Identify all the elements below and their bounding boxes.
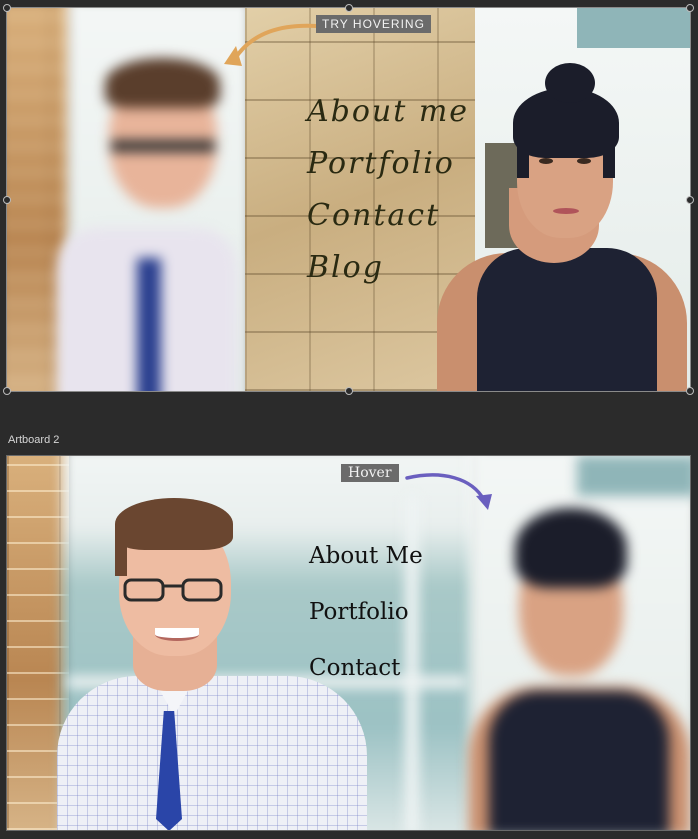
artboard-2[interactable]: Hover About Me Portfolio Contact [6,455,691,831]
resize-handle-mr[interactable] [686,196,694,204]
woman-blurred [469,496,690,830]
hint-arrow-2 [405,473,492,510]
artboard-2-title[interactable]: Artboard 2 [8,434,59,446]
resize-handle-br[interactable] [686,387,694,395]
nav-item-contact[interactable]: Contact [307,190,469,242]
hint-label-hover: Hover [341,464,399,482]
resize-handle-bm[interactable] [345,387,353,395]
hint-arrow-1 [224,23,319,66]
nav-item-portfolio[interactable]: Portfolio [309,594,423,650]
nav-item-portfolio[interactable]: Portfolio [307,138,469,190]
nav-item-about[interactable]: About me [307,86,469,138]
artboard-1[interactable]: TRY HOVERING About me Portfolio Contact … [6,7,691,392]
hint-label-try-hovering: TRY HOVERING [316,15,431,33]
resize-handle-tl[interactable] [3,4,11,12]
nav-menu-1: About me Portfolio Contact Blog [307,86,469,294]
nav-item-blog[interactable]: Blog [307,242,469,294]
resize-handle-tr[interactable] [686,4,694,12]
nav-menu-2: About Me Portfolio Contact [309,538,423,706]
window-right-2 [577,456,690,496]
man-blurred [47,48,247,391]
nav-item-contact[interactable]: Contact [309,650,423,706]
resize-handle-ml[interactable] [3,196,11,204]
resize-handle-tm[interactable] [345,4,353,12]
glasses-icon [123,578,223,602]
window-right [577,8,690,48]
nav-item-about[interactable]: About Me [309,538,423,594]
resize-handle-bl[interactable] [3,387,11,395]
